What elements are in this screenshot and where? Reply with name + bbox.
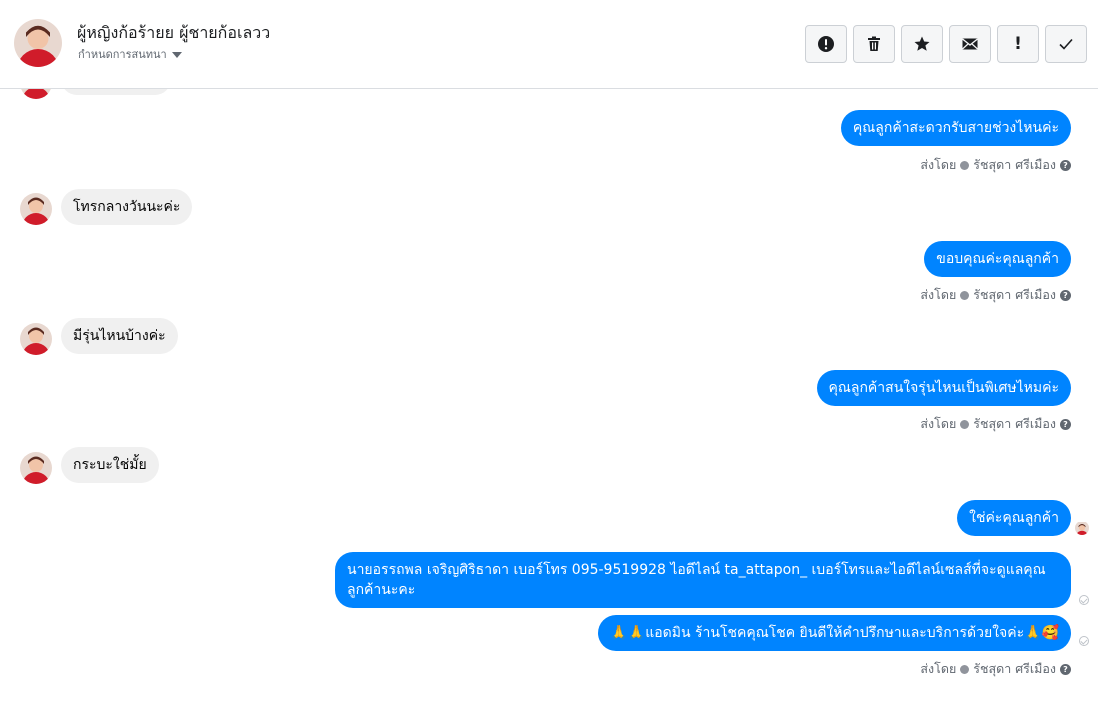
verified-icon — [960, 419, 970, 429]
message-outgoing: คุณลูกค้าสะดวกรับสายช่วงไหนค่ะ — [840, 110, 1071, 146]
mark-unread-button[interactable] — [949, 25, 991, 63]
message-outgoing: คุณลูกค้าสนใจรุ่นไหนเป็นพิเศษไหมค่ะ — [816, 370, 1071, 406]
star-button[interactable] — [901, 25, 943, 63]
message-incoming: โทรกลางวันนะค่ะ — [61, 189, 193, 225]
sent-by-label: ส่งโดย — [920, 287, 957, 302]
alert-circle-icon — [818, 36, 834, 52]
sent-by-label: ส่งโดย — [920, 157, 957, 172]
seen-avatar — [1075, 521, 1089, 535]
spam-button[interactable]: ! — [997, 25, 1039, 63]
help-icon[interactable]: ? — [1060, 289, 1071, 301]
sent-by-label: ส่งโดย — [920, 416, 957, 431]
mark-done-button[interactable] — [1045, 25, 1087, 63]
agent-name[interactable]: รัชสุดา ศรีเมือง — [973, 659, 1056, 679]
contact-name[interactable]: ผู้หญิงก้อร้ายย ผู้ชายก้อเลวว — [77, 21, 270, 46]
delivered-check-icon — [1079, 595, 1089, 605]
message-meta: ส่งโดย รัชสุดา ศรีเมือง ? — [920, 659, 1071, 679]
message-thread[interactable]: คุณลูกค้าสะดวกรับสายช่วงไหนค่ะ ส่งโดย รั… — [0, 89, 1098, 709]
contact-avatar[interactable] — [14, 19, 62, 67]
agent-name[interactable]: รัชสุดา ศรีเมือง — [973, 285, 1056, 305]
message-outgoing: 🙏🙏แอดมิน ร้านโชคคุณโชค ยินดีให้คำปรึกษาแ… — [598, 615, 1071, 651]
contact-avatar-small — [20, 193, 52, 225]
star-icon — [914, 36, 930, 51]
sent-by-label: ส่งโดย — [920, 661, 957, 676]
check-icon — [1059, 38, 1073, 50]
contact-avatar-small — [20, 89, 52, 99]
message-meta: ส่งโดย รัชสุดา ศรีเมือง ? — [920, 285, 1071, 305]
contact-avatar-small — [20, 452, 52, 484]
envelope-icon — [962, 38, 978, 50]
delivered-check-icon — [1079, 636, 1089, 646]
agent-name[interactable]: รัชสุดา ศรีเมือง — [973, 155, 1056, 175]
message-outgoing: ใช่ค่ะคุณลูกค้า — [957, 500, 1071, 536]
report-button[interactable] — [805, 25, 847, 63]
message-incoming: มีรุ่นไหนบ้างค่ะ — [61, 318, 178, 354]
caret-down-icon — [171, 51, 182, 58]
contact-avatar-small — [20, 323, 52, 355]
message-outgoing: นายอรรถพล เจริญศิริธาดา เบอร์โทร 095-951… — [335, 552, 1071, 608]
help-icon[interactable]: ? — [1060, 418, 1071, 430]
conversation-header: ผู้หญิงก้อร้ายย ผู้ชายก้อเลวว กำหนดการสน… — [0, 0, 1098, 89]
message-incoming-partial — [61, 89, 171, 95]
verified-icon — [960, 290, 970, 300]
assign-conversation-label: กำหนดการสนทนา — [78, 48, 167, 61]
message-outgoing: ขอบคุณค่ะคุณลูกค้า — [924, 241, 1071, 277]
message-meta: ส่งโดย รัชสุดา ศรีเมือง ? — [920, 155, 1071, 175]
verified-icon — [960, 160, 970, 170]
message-incoming: กระบะใช่มั้ย — [61, 447, 159, 483]
agent-name[interactable]: รัชสุดา ศรีเมือง — [973, 414, 1056, 434]
conversation-actions: ! — [805, 25, 1087, 63]
assign-conversation-dropdown[interactable]: กำหนดการสนทนา — [78, 45, 182, 63]
delete-button[interactable] — [853, 25, 895, 63]
help-icon[interactable]: ? — [1060, 159, 1071, 171]
help-icon[interactable]: ? — [1060, 663, 1071, 675]
trash-icon — [868, 36, 880, 51]
message-meta: ส่งโดย รัชสุดา ศรีเมือง ? — [920, 414, 1071, 434]
verified-icon — [960, 664, 970, 674]
exclamation-icon: ! — [1014, 34, 1022, 54]
